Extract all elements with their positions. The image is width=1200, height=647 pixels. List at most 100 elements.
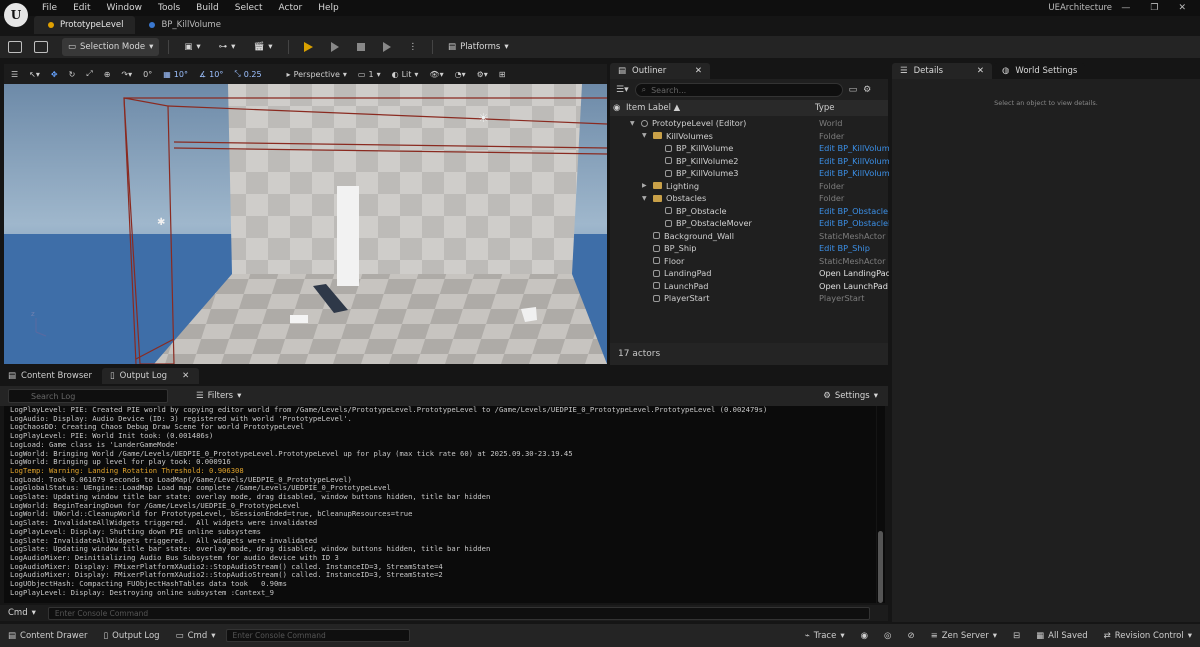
- close-tab-icon[interactable]: ✕: [695, 66, 702, 76]
- minimize-icon[interactable]: —: [1121, 0, 1130, 16]
- outliner-row[interactable]: FloorStaticMeshActor: [610, 255, 888, 268]
- create-actor-button[interactable]: ▣▾: [178, 38, 206, 56]
- outliner-row[interactable]: Background_WallStaticMeshActor: [610, 230, 888, 243]
- rotation-snap-button[interactable]: 0°: [140, 70, 155, 79]
- outliner-row[interactable]: BP_ObstacleMoverEdit BP_ObstacleM: [610, 217, 888, 230]
- surface-snap-button[interactable]: ↷▾: [118, 70, 135, 79]
- outliner-row[interactable]: BP_ObstacleEdit BP_Obstacle: [610, 205, 888, 218]
- scale-tool-icon[interactable]: ⤢: [83, 69, 95, 79]
- expand-arrow-icon[interactable]: ▼: [642, 132, 649, 139]
- menu-item-actor[interactable]: Actor: [271, 0, 311, 16]
- sky-light-icon[interactable]: ✱: [157, 217, 165, 228]
- play-options-button[interactable]: ⋮: [403, 38, 424, 56]
- outliner-row[interactable]: BP_KillVolume2Edit BP_KillVolume: [610, 155, 888, 168]
- outliner-row[interactable]: ▼ObstaclesFolder: [610, 192, 888, 205]
- trace-button[interactable]: ⌁ Trace ▾: [797, 624, 853, 647]
- status-console-input[interactable]: Enter Console Command: [226, 629, 410, 642]
- document-tab[interactable]: BP_KillVolume: [135, 16, 232, 34]
- level-viewport[interactable]: ☀ ✱ z: [4, 84, 607, 364]
- outliner-row[interactable]: LaunchPadOpen LaunchPad: [610, 280, 888, 293]
- camera-speed-button[interactable]: ▭ 1▾: [355, 70, 384, 79]
- outliner-item-type[interactable]: Open LaunchPad: [819, 281, 889, 291]
- output-log-button[interactable]: ▯ Output Log: [95, 624, 167, 647]
- translate-tool-icon[interactable]: ✥: [48, 70, 61, 79]
- outliner-row[interactable]: BP_KillVolumeEdit BP_KillVolume: [610, 142, 888, 155]
- outliner-row[interactable]: BP_KillVolume3Edit BP_KillVolume: [610, 167, 888, 180]
- all-saved-button[interactable]: ▦ All Saved: [1028, 624, 1096, 647]
- revision-control-button[interactable]: ⇄ Revision Control ▾: [1096, 624, 1200, 647]
- log-settings-button[interactable]: ⚙ Settings ▾: [817, 387, 884, 405]
- outliner-row[interactable]: ▼PrototypeLevel (Editor)World: [610, 117, 888, 130]
- source-icon[interactable]: ⊟: [1005, 624, 1028, 647]
- eject-button[interactable]: [377, 38, 397, 56]
- viewport-menu-button[interactable]: ☰: [8, 70, 21, 79]
- add-folder-icon[interactable]: ▭: [849, 85, 858, 95]
- outliner-item-type[interactable]: Edit BP_KillVolume: [819, 168, 889, 178]
- camera-icon[interactable]: ◎: [876, 624, 899, 647]
- expand-arrow-icon[interactable]: ▼: [642, 195, 649, 202]
- menu-item-edit[interactable]: Edit: [65, 0, 98, 16]
- outliner-item-type[interactable]: Edit BP_Obstacle: [819, 206, 889, 216]
- show-flags-button[interactable]: 👁︎▾: [426, 70, 446, 79]
- play-button[interactable]: [298, 38, 319, 56]
- filter-icon[interactable]: ☰▾: [616, 85, 629, 95]
- close-tab-icon[interactable]: ✕: [977, 66, 984, 76]
- grid-snap-button[interactable]: ▦ 10°: [160, 70, 191, 79]
- zen-server-button[interactable]: ≡ Zen Server ▾: [923, 624, 1005, 647]
- menu-item-select[interactable]: Select: [227, 0, 271, 16]
- menu-item-window[interactable]: Window: [99, 0, 151, 16]
- document-tab[interactable]: PrototypeLevel: [34, 16, 135, 34]
- log-search-input[interactable]: Search Log: [8, 389, 168, 403]
- output-log-text[interactable]: LogPlayLevel: PIE: Created PIE world by …: [4, 406, 876, 603]
- console-command-input[interactable]: Enter Console Command: [48, 607, 870, 620]
- maximize-icon[interactable]: ❐: [1150, 0, 1158, 16]
- tab-output-log[interactable]: ▯Output Log✕: [102, 368, 199, 384]
- outliner-row[interactable]: ▼KillVolumesFolder: [610, 130, 888, 143]
- content-drawer-button[interactable]: ▤ Content Drawer: [0, 624, 95, 647]
- view-mode-button[interactable]: ▸ Perspective▾: [284, 70, 350, 79]
- tab-details[interactable]: ☰ Details ✕: [892, 63, 992, 79]
- column-item-label[interactable]: Item Label ▲: [626, 103, 815, 113]
- performance-button[interactable]: ◔▾: [452, 70, 469, 79]
- tab-content-browser[interactable]: ▤Content Browser: [0, 368, 102, 384]
- outliner-search-input[interactable]: ⌕ Search...: [635, 83, 843, 97]
- skip-button[interactable]: [325, 38, 345, 56]
- outliner-row[interactable]: BP_ShipEdit BP_Ship: [610, 242, 888, 255]
- lighting-mode-button[interactable]: ◐ Lit▾: [389, 70, 422, 79]
- outliner-item-type[interactable]: Open LandingPad: [819, 268, 889, 278]
- world-space-icon[interactable]: ⊕: [101, 70, 114, 79]
- collapse-arrow-icon[interactable]: ▶: [642, 182, 649, 189]
- menu-item-file[interactable]: File: [34, 0, 65, 16]
- scrollbar-thumb[interactable]: [878, 531, 883, 603]
- blueprints-button[interactable]: ⊶▾: [213, 38, 242, 56]
- layout-icon[interactable]: ⊞: [496, 70, 509, 79]
- scale-snap-button[interactable]: ⤡ 0.25: [231, 69, 264, 79]
- cmd-button[interactable]: Cmd ▾: [2, 604, 42, 622]
- close-tab-icon[interactable]: ✕: [182, 371, 189, 381]
- save-icon[interactable]: [8, 41, 22, 53]
- light-source-icon[interactable]: ☀: [478, 111, 489, 125]
- outliner-item-type[interactable]: Edit BP_KillVolume: [819, 156, 889, 166]
- outliner-item-type[interactable]: Edit BP_KillVolume: [819, 143, 889, 153]
- status-cmd-button[interactable]: ▭ Cmd ▾: [168, 624, 224, 647]
- record-icon[interactable]: ◉: [853, 624, 876, 647]
- outliner-row[interactable]: ▶LightingFolder: [610, 180, 888, 193]
- tab-outliner[interactable]: ▤ Outliner ✕: [610, 63, 710, 79]
- outliner-item-type[interactable]: Edit BP_Ship: [819, 243, 889, 253]
- select-tool-icon[interactable]: ↖▾: [26, 70, 43, 79]
- outliner-row[interactable]: LandingPadOpen LandingPad: [610, 267, 888, 280]
- log-scrollbar[interactable]: [877, 406, 885, 603]
- close-icon[interactable]: ✕: [1178, 0, 1186, 16]
- selection-mode-button[interactable]: ▭ Selection Mode ▾: [62, 38, 159, 56]
- tab-world-settings[interactable]: ◍ World Settings: [994, 63, 1085, 79]
- angle-snap-button[interactable]: ∡ 10°: [196, 70, 226, 79]
- menu-item-tools[interactable]: Tools: [150, 0, 188, 16]
- filters-button[interactable]: ☰ Filters ▾: [190, 387, 247, 405]
- cinematics-button[interactable]: 🎬︎▾: [247, 38, 278, 56]
- stop-button[interactable]: [351, 38, 371, 56]
- menu-item-help[interactable]: Help: [310, 0, 347, 16]
- rotate-tool-icon[interactable]: ↻: [66, 70, 79, 79]
- column-type[interactable]: Type: [815, 103, 835, 113]
- visibility-icon[interactable]: ◉: [610, 103, 626, 113]
- outliner-row[interactable]: PlayerStartPlayerStart: [610, 292, 888, 305]
